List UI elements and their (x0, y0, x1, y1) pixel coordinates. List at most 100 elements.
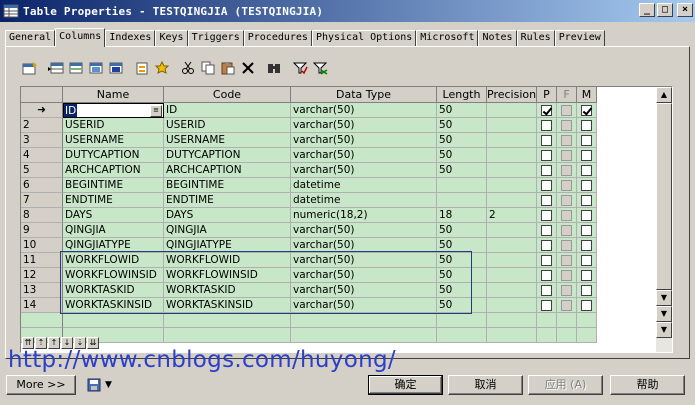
row-number[interactable]: 10 (21, 238, 63, 253)
name-cell[interactable]: ARCHCAPTION (63, 163, 164, 178)
code-cell[interactable]: DAYS (164, 208, 291, 223)
tab-rules[interactable]: Rules (516, 30, 555, 46)
row-number[interactable]: 6 (21, 178, 63, 193)
data-type-cell[interactable]: varchar(50) (291, 283, 437, 298)
row-number[interactable]: 4 (21, 148, 63, 163)
tab-preview[interactable]: Preview (554, 30, 605, 46)
primary-checkbox[interactable] (541, 254, 552, 266)
mandatory-checkbox[interactable] (581, 269, 592, 281)
table-row[interactable]: 9 QINGJIA QINGJIA varchar(50) 50 (21, 223, 597, 238)
mandatory-checkbox[interactable] (581, 194, 592, 206)
data-type-cell[interactable]: varchar(50) (291, 298, 437, 313)
data-type-cell[interactable]: varchar(50) (291, 103, 437, 118)
primary-checkbox[interactable] (541, 194, 552, 206)
scroll-down-icon[interactable]: ▼ (656, 290, 672, 306)
empty-cell[interactable] (291, 313, 437, 328)
dropdown-arrow-icon[interactable]: ▼ (105, 380, 112, 390)
empty-row[interactable] (21, 328, 597, 343)
name-cell[interactable]: ID ≡ (63, 103, 164, 118)
precision-cell[interactable] (487, 253, 537, 268)
empty-cell[interactable] (164, 313, 291, 328)
title-bar[interactable]: Table Properties - TESTQINGJIA (TESTQING… (0, 0, 695, 22)
add-row-icon[interactable] (46, 58, 66, 78)
code-cell[interactable]: WORKFLOWINSID (164, 268, 291, 283)
empty-row[interactable] (21, 313, 597, 328)
new-icon[interactable] (132, 58, 152, 78)
properties-icon[interactable] (20, 58, 40, 78)
scroll-thumb[interactable] (656, 103, 672, 290)
empty-cell[interactable] (164, 328, 291, 343)
cut-icon[interactable] (178, 58, 198, 78)
add-attribute-icon[interactable] (152, 58, 172, 78)
scroll-page-down-icon[interactable]: ▼ (656, 306, 672, 322)
length-cell[interactable]: 18 (437, 208, 487, 223)
precision-cell[interactable] (487, 133, 537, 148)
precision-cell[interactable] (487, 193, 537, 208)
header-primary[interactable]: P (537, 87, 557, 103)
length-cell[interactable]: 50 (437, 133, 487, 148)
table-row[interactable]: 7 ENDTIME ENDTIME datetime (21, 193, 597, 208)
empty-cell[interactable] (487, 313, 537, 328)
save-icon[interactable] (86, 377, 102, 393)
add-rows-icon[interactable] (86, 58, 106, 78)
primary-checkbox[interactable] (541, 239, 552, 251)
table-row[interactable]: 13 WORKTASKID WORKTASKID varchar(50) 50 (21, 283, 597, 298)
mandatory-checkbox[interactable] (581, 164, 592, 176)
empty-cell[interactable] (437, 313, 487, 328)
name-cell[interactable]: USERID (63, 118, 164, 133)
table-row[interactable]: 12 WORKFLOWINSID WORKFLOWINSID varchar(50) 5… (21, 268, 597, 283)
data-type-cell[interactable]: varchar(50) (291, 148, 437, 163)
precision-cell[interactable] (487, 148, 537, 163)
tab-microsoft[interactable]: Microsoft (416, 30, 479, 46)
length-cell[interactable]: 50 (437, 283, 487, 298)
table-row[interactable]: 14 WORKTASKINSID WORKTASKINSID varchar(50) 5… (21, 298, 597, 313)
header-name[interactable]: Name (63, 87, 164, 103)
length-cell[interactable]: 50 (437, 223, 487, 238)
code-cell[interactable]: ENDTIME (164, 193, 291, 208)
name-cell[interactable]: WORKTASKINSID (63, 298, 164, 313)
length-cell[interactable]: 50 (437, 238, 487, 253)
code-cell[interactable]: ID (164, 103, 291, 118)
data-type-cell[interactable]: varchar(50) (291, 268, 437, 283)
empty-cell[interactable] (437, 328, 487, 343)
data-type-cell[interactable]: varchar(50) (291, 223, 437, 238)
help-button[interactable]: 帮助 (610, 375, 685, 395)
row-number[interactable]: 9 (21, 223, 63, 238)
data-type-cell[interactable]: numeric(18,2) (291, 208, 437, 223)
primary-checkbox[interactable] (541, 284, 552, 296)
table-row[interactable]: ➜ ID ≡ ID varchar(50) 50 (21, 103, 597, 118)
empty-cell[interactable] (21, 313, 63, 328)
table-row[interactable]: 3 USERNAME USERNAME varchar(50) 50 (21, 133, 597, 148)
primary-checkbox[interactable] (541, 149, 552, 161)
empty-cell[interactable] (577, 328, 597, 343)
row-number[interactable]: 7 (21, 193, 63, 208)
length-cell[interactable]: 50 (437, 253, 487, 268)
precision-cell[interactable] (487, 118, 537, 133)
empty-cell[interactable] (577, 313, 597, 328)
table-row[interactable]: 8 DAYS DAYS numeric(18,2) 18 2 (21, 208, 597, 223)
precision-cell[interactable] (487, 223, 537, 238)
mandatory-checkbox[interactable] (581, 119, 592, 131)
tab-keys[interactable]: Keys (155, 30, 188, 46)
precision-cell[interactable] (487, 298, 537, 313)
empty-cell[interactable] (537, 328, 557, 343)
tab-general[interactable]: General (5, 30, 56, 46)
row-number[interactable]: 5 (21, 163, 63, 178)
filter-icon[interactable] (290, 58, 310, 78)
name-cell[interactable]: WORKFLOWID (63, 253, 164, 268)
precision-cell[interactable]: 2 (487, 208, 537, 223)
mandatory-checkbox[interactable] (581, 224, 592, 236)
code-cell[interactable]: QINGJIATYPE (164, 238, 291, 253)
ok-button[interactable]: 确定 (368, 375, 443, 395)
length-cell[interactable]: 50 (437, 298, 487, 313)
apply-button[interactable]: 应用 (A) (528, 375, 603, 395)
row-number[interactable]: 13 (21, 283, 63, 298)
mandatory-checkbox[interactable] (581, 179, 592, 191)
empty-cell[interactable] (557, 328, 577, 343)
row-number[interactable]: ➜ (21, 103, 63, 118)
list-dropdown-icon[interactable]: ≡ (150, 105, 162, 117)
row-number[interactable]: 2 (21, 118, 63, 133)
table-row[interactable]: 11 WORKFLOWID WORKFLOWID varchar(50) 50 (21, 253, 597, 268)
tab-columns[interactable]: Columns (55, 28, 106, 47)
data-type-cell[interactable]: varchar(50) (291, 163, 437, 178)
